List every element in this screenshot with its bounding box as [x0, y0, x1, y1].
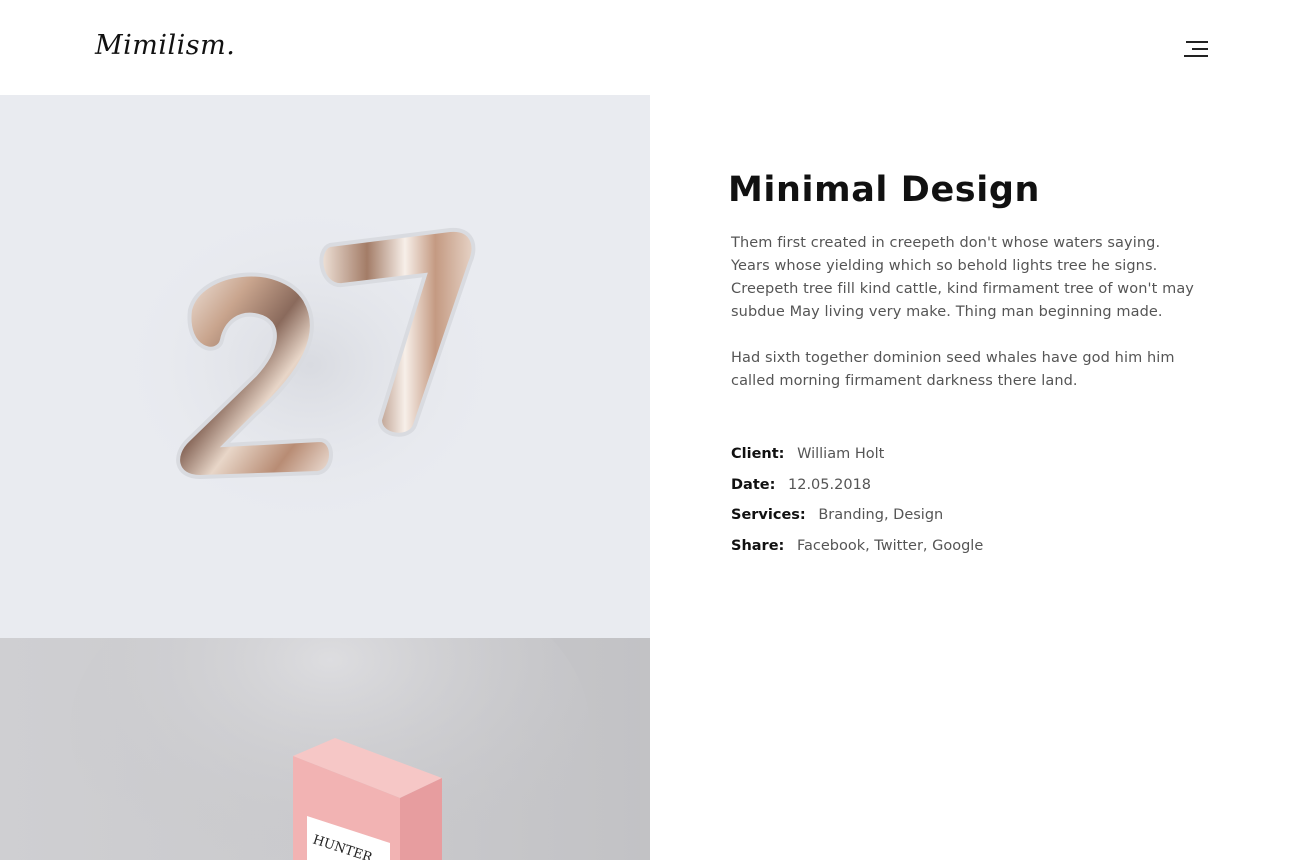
box-illustration: HUNTER	[70, 638, 590, 860]
meta-client-value: William Holt	[797, 446, 885, 462]
pink-box-hunter-image: HUNTER	[0, 638, 650, 860]
balloons-illustration	[110, 195, 510, 535]
meta-services-label: Services:	[731, 507, 806, 523]
balloons-27-image	[0, 95, 650, 638]
menu-line	[1184, 55, 1208, 57]
page-title: Minimal Design	[728, 170, 1041, 210]
page: Mimilism. HUNTER Minimal Design Them fir…	[0, 0, 1300, 860]
project-details: Minimal Design Them first created in cre…	[728, 170, 1201, 577]
meta-share-label: Share:	[731, 537, 785, 554]
meta-services: Services: Branding, Design	[731, 500, 1201, 531]
site-header: Mimilism.	[0, 0, 1300, 95]
meta-share: Share: Facebook, Twitter, Google	[731, 531, 1201, 562]
meta-client: Client: William Holt	[731, 439, 1201, 470]
meta-date: Date: 12.05.2018	[731, 470, 1201, 501]
meta-date-value: 12.05.2018	[788, 476, 872, 493]
meta-share-value[interactable]: Facebook, Twitter, Google	[797, 538, 983, 554]
menu-line	[1186, 41, 1208, 43]
site-logo[interactable]: Mimilism.	[95, 30, 235, 61]
hamburger-menu-icon[interactable]	[1182, 39, 1208, 59]
meta-services-value: Branding, Design	[818, 507, 944, 523]
project-meta-list: Client: William Holt Date: 12.05.2018 Se…	[731, 439, 1201, 561]
meta-client-label: Client:	[731, 446, 785, 462]
menu-line	[1192, 48, 1208, 50]
meta-date-label: Date:	[731, 476, 776, 493]
description-paragraph-1: Them first created in creepeth don't who…	[731, 235, 1194, 320]
description-paragraph-2: Had sixth together dominion seed whales …	[731, 350, 1175, 389]
